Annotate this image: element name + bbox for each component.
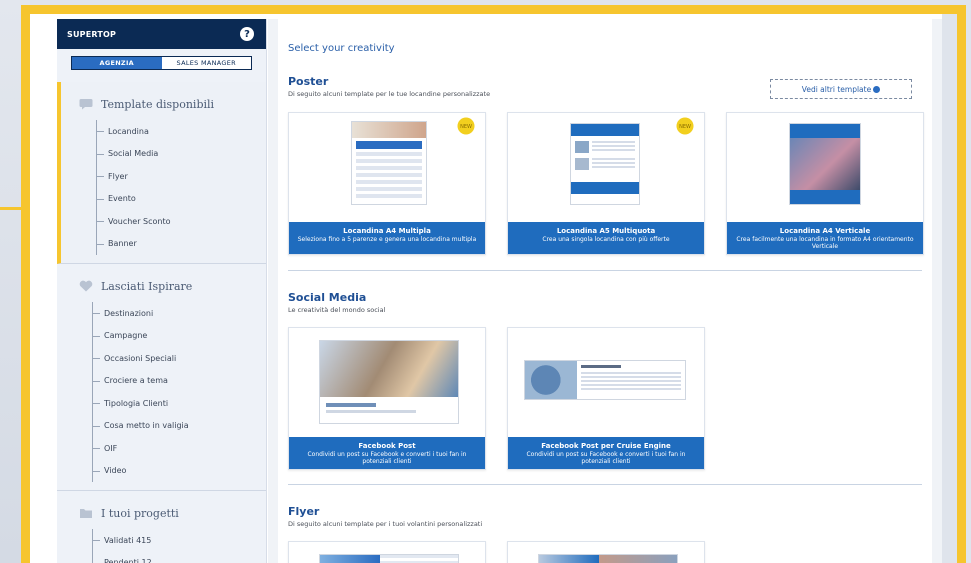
heart-icon: [79, 280, 93, 292]
card-description: Condividi un post su Facebook e converti…: [307, 451, 467, 466]
template-card-flyer-1[interactable]: [288, 541, 486, 563]
card-caption: Locandina A4 Verticale Crea facilmente u…: [727, 222, 923, 254]
card-title: Locandina A4 Verticale: [779, 227, 871, 235]
app-window: SUPERTOP ? AGENZIA SALES MANAGER Templat…: [30, 14, 957, 563]
sidebar-item-campagne[interactable]: Campagne: [93, 325, 266, 348]
flyer-preview: [319, 554, 459, 563]
template-card-locandina-a4-multipla[interactable]: NEW Locandina A4 Multipla Seleziona fino…: [288, 112, 486, 255]
poster-preview: [789, 123, 861, 205]
sidebar-item-oif[interactable]: OIF: [93, 437, 266, 460]
help-icon[interactable]: ?: [240, 27, 254, 41]
section-lasciati-ispirare: Lasciati Ispirare Destinazioni Campagne …: [57, 264, 266, 491]
page-title: Select your creativity: [288, 43, 395, 54]
template-card-flyer-2[interactable]: [507, 541, 705, 563]
sidebar: SUPERTOP ? AGENZIA SALES MANAGER Templat…: [57, 19, 267, 563]
card-title: Facebook Post per Cruise Engine: [541, 442, 671, 450]
social-preview: [319, 340, 459, 424]
section-title: Flyer: [288, 505, 320, 518]
section-header[interactable]: Lasciati Ispirare: [57, 276, 266, 296]
sidebar-header: SUPERTOP ?: [57, 19, 266, 49]
sidebar-item-evento[interactable]: Evento: [97, 188, 266, 211]
speech-bubble-icon: [79, 98, 93, 110]
sidebar-item-pendenti[interactable]: Pendenti 12: [93, 552, 266, 563]
template-card-facebook-post-cruise-engine[interactable]: Facebook Post per Cruise Engine Condivid…: [507, 327, 705, 470]
section-subtitle: Di seguito alcuni template per i tuoi vo…: [288, 520, 483, 528]
highlight-frame: SUPERTOP ? AGENZIA SALES MANAGER Templat…: [21, 5, 966, 563]
sidebar-item-flyer[interactable]: Flyer: [97, 165, 266, 188]
social-preview: [524, 360, 686, 400]
template-card-locandina-a5-multiquota[interactable]: NEW Locandina A5 Multiquota Crea una sin…: [507, 112, 705, 255]
card-title: Locandina A4 Multipla: [343, 227, 431, 235]
section-header[interactable]: Template disponibili: [61, 94, 266, 114]
section-label: Lasciati Ispirare: [101, 279, 193, 293]
section-header[interactable]: I tuoi progetti: [57, 503, 266, 523]
tab-sales-manager[interactable]: SALES MANAGER: [161, 57, 251, 69]
sidebar-item-social-media[interactable]: Social Media: [97, 143, 266, 166]
sidebar-item-tipologia-clienti[interactable]: Tipologia Clienti: [93, 392, 266, 415]
section-label: I tuoi progetti: [101, 506, 179, 520]
sidebar-item-crociere-a-tema[interactable]: Crociere a tema: [93, 370, 266, 393]
more-templates-button[interactable]: Vedi altri template: [770, 79, 912, 99]
section-divider: [288, 270, 922, 271]
more-templates-label: Vedi altri template: [801, 84, 872, 94]
sidebar-item-destinazioni[interactable]: Destinazioni: [93, 302, 266, 325]
info-icon: [873, 85, 881, 93]
card-title: Locandina A5 Multiquota: [556, 227, 656, 235]
section-subtitle: Le creatività del mondo social: [288, 306, 386, 314]
section-list: Validati 415 Pendenti 12: [92, 529, 266, 563]
section-list: Destinazioni Campagne Occasioni Speciali…: [92, 302, 266, 482]
flyer-preview: [538, 554, 678, 563]
template-thumbnail: NEW: [289, 113, 485, 221]
sidebar-item-video[interactable]: Video: [93, 460, 266, 483]
section-template-disponibili: Template disponibili Locandina Social Me…: [57, 82, 266, 264]
poster-section-header: Poster Di seguito alcuni template per le…: [288, 75, 922, 105]
card-caption: Facebook Post Condividi un post su Faceb…: [289, 437, 485, 469]
sidebar-item-cosa-metto-in-valigia[interactable]: Cosa metto in valigia: [93, 415, 266, 438]
template-thumbnail: NEW: [508, 113, 704, 221]
sidebar-item-voucher-sconto[interactable]: Voucher Sconto: [97, 210, 266, 233]
svg-text:NEW: NEW: [460, 124, 472, 130]
card-caption: Locandina A5 Multiquota Crea una singola…: [508, 222, 704, 254]
section-list: Locandina Social Media Flyer Evento Vouc…: [96, 120, 266, 255]
template-thumbnail: [289, 328, 485, 436]
social-section-header: Social Media Le creatività del mondo soc…: [288, 291, 922, 319]
section-label: Template disponibili: [101, 97, 215, 111]
folder-icon: [79, 507, 93, 519]
poster-preview: [570, 123, 640, 205]
card-description: Seleziona fino a 5 parenze e genera una …: [297, 236, 477, 243]
svg-text:NEW: NEW: [679, 124, 691, 130]
tab-agenzia[interactable]: AGENZIA: [72, 57, 162, 69]
flyer-section-header: Flyer Di seguito alcuni template per i t…: [288, 505, 922, 533]
section-i-tuoi-progetti: I tuoi progetti Validati 415 Pendenti 12: [57, 491, 266, 563]
card-caption: Locandina A4 Multipla Seleziona fino a 5…: [289, 222, 485, 254]
template-card-facebook-post[interactable]: Facebook Post Condividi un post su Faceb…: [288, 327, 486, 470]
template-thumbnail: [508, 328, 704, 436]
main-content: Select your creativity Poster Di seguito…: [268, 19, 942, 563]
template-card-locandina-a4-verticale[interactable]: Locandina A4 Verticale Crea facilmente u…: [726, 112, 924, 255]
card-description: Crea facilmente una locandina in formato…: [736, 236, 914, 251]
new-badge-icon: NEW: [676, 117, 694, 135]
card-description: Condividi un post su Facebook e converti…: [526, 451, 686, 466]
card-caption: Facebook Post per Cruise Engine Condivid…: [508, 437, 704, 469]
section-title: Social Media: [288, 291, 367, 304]
sidebar-item-banner[interactable]: Banner: [97, 233, 266, 256]
brand-title: SUPERTOP: [67, 29, 117, 39]
main-panel: Select your creativity Poster Di seguito…: [278, 19, 932, 563]
sidebar-item-validati[interactable]: Validati 415: [93, 529, 266, 552]
poster-preview: [351, 121, 427, 205]
sidebar-item-locandina[interactable]: Locandina: [97, 120, 266, 143]
new-badge-icon: NEW: [457, 117, 475, 135]
sidebar-item-occasioni-speciali[interactable]: Occasioni Speciali: [93, 347, 266, 370]
outer-background-right: [942, 14, 957, 563]
role-tabs: AGENZIA SALES MANAGER: [71, 56, 252, 70]
card-description: Crea una singola locandina con più offer…: [542, 236, 670, 243]
card-title: Facebook Post: [358, 442, 416, 450]
template-thumbnail: [727, 113, 923, 221]
section-divider: [288, 484, 922, 485]
